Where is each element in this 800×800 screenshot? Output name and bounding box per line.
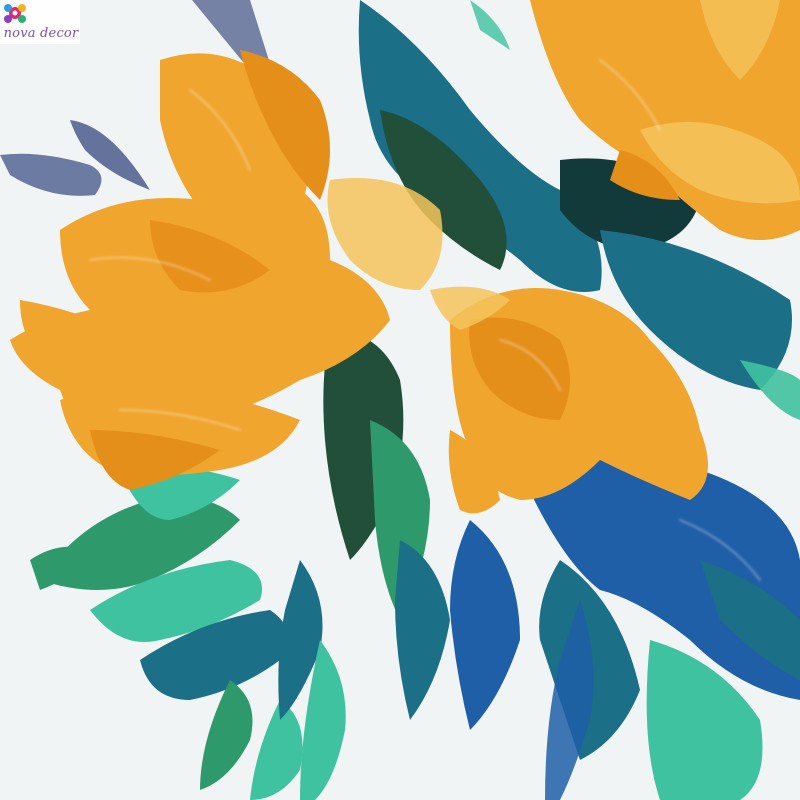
flower-dots-logo-icon bbox=[4, 4, 26, 23]
painting-canvas: nova decor bbox=[0, 0, 800, 800]
abstract-floral-painting bbox=[0, 0, 800, 800]
brand-watermark: nova decor bbox=[0, 0, 80, 44]
brand-name: nova decor bbox=[3, 26, 79, 41]
